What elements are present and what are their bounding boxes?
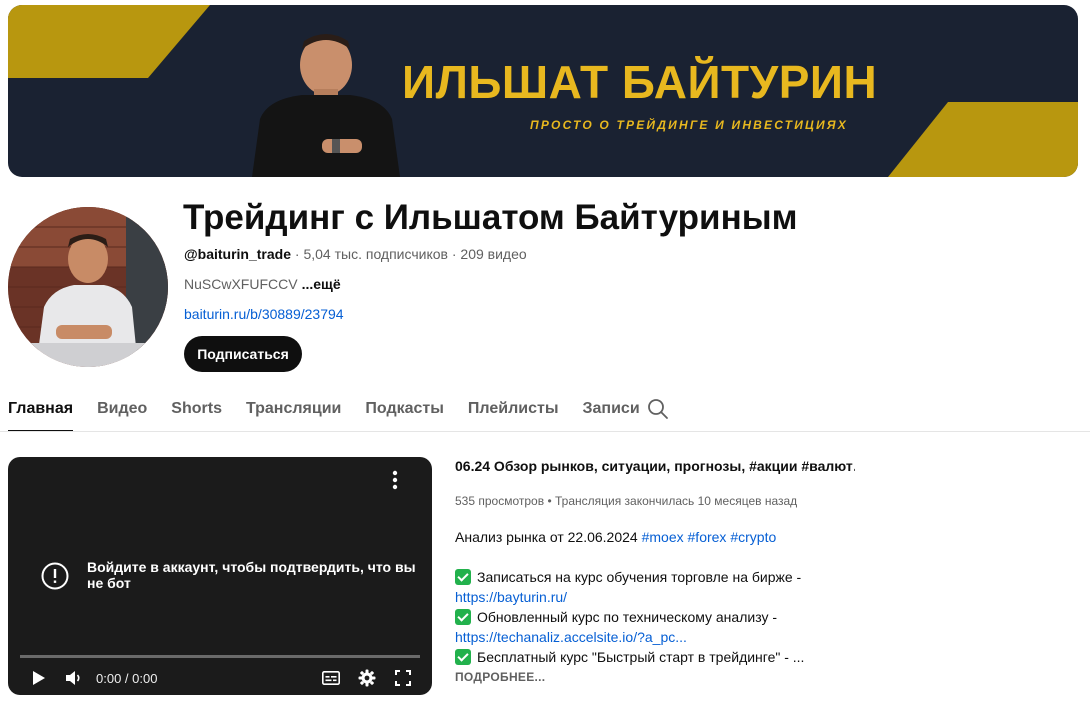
desc-intro: Анализ рынка от 22.06.2024 (455, 529, 638, 545)
show-more-button[interactable]: ПОДРОБНЕЕ... (455, 670, 545, 684)
channel-avatar[interactable] (8, 207, 168, 367)
tab-live[interactable]: Трансляции (246, 392, 341, 432)
banner-title: ИЛЬШАТ БАЙТУРИН (402, 56, 878, 108)
volume-icon (66, 671, 80, 685)
desc-item: Записаться на курс обучения торговле на … (455, 567, 855, 587)
desc-item-text: Записаться на курс обучения торговле на … (477, 569, 802, 585)
time-display: 0:00 / 0:00 (96, 671, 158, 686)
view-count: 535 просмотров (455, 494, 545, 508)
desc-link-row: https://bayturin.ru/ (455, 587, 855, 607)
play-icon (33, 671, 45, 685)
video-stats: 535 просмотров • Трансляция закончилась … (455, 494, 797, 508)
stats-separator: • (547, 494, 555, 508)
subscribe-button[interactable]: Подписаться (184, 336, 302, 372)
channel-banner: ИЛЬШАТ БАЙТУРИН ПРОСТО О ТРЕЙДИНГЕ И ИНВ… (8, 5, 1078, 177)
desc-item: Обновленный курс по техническому анализу… (455, 607, 855, 627)
tab-podcasts[interactable]: Подкасты (365, 392, 444, 432)
channel-description[interactable]: NuSCwXFUFCCV ...ещё (184, 276, 341, 292)
desc-link[interactable]: https://bayturin.ru/ (455, 589, 567, 605)
subscriber-count: 5,04 тыс. подписчиков (303, 246, 448, 262)
banner-person-image (252, 34, 400, 177)
video-count: 209 видео (460, 246, 527, 262)
video-player[interactable]: Войдите в аккаунт, чтобы подтвердить, чт… (8, 457, 432, 695)
player-message: Войдите в аккаунт, чтобы подтвердить, чт… (87, 559, 416, 591)
more-vert-icon[interactable] (388, 469, 402, 491)
desc-item-text: Обновленный курс по техническому анализу… (477, 609, 778, 625)
hashtag-link[interactable]: #forex (688, 529, 727, 545)
tab-home[interactable]: Главная (8, 392, 74, 432)
subtitles-button[interactable] (320, 667, 342, 689)
tab-shorts[interactable]: Shorts (171, 392, 222, 432)
hashtag-link[interactable]: #moex (642, 529, 684, 545)
channel-handle[interactable]: @baiturin_trade (184, 246, 291, 262)
stream-status: Трансляция закончилась 10 месяцев назад (554, 494, 798, 508)
tab-playlists[interactable]: Плейлисты (468, 392, 559, 432)
tabs-divider (0, 431, 1090, 432)
checkmark-icon (455, 649, 471, 665)
progress-bar[interactable] (20, 655, 420, 658)
tab-posts[interactable]: Записи (583, 392, 640, 432)
more-link[interactable]: ...ещё (302, 276, 341, 292)
checkmark-icon (455, 609, 471, 625)
video-description: Анализ рынка от 22.06.2024 #moex #forex … (455, 527, 855, 667)
warning-icon (41, 562, 69, 590)
channel-link[interactable]: baiturin.ru/b/30889/23794 (184, 306, 344, 322)
volume-button[interactable] (64, 667, 84, 689)
desc-blank-line (455, 547, 855, 567)
channel-name: Трейдинг с Ильшатом Байтуриным (183, 198, 798, 237)
play-button[interactable] (28, 667, 48, 689)
fullscreen-icon (395, 670, 411, 686)
desc-item-text: Бесплатный курс "Быстрый старт в трейдин… (477, 649, 805, 665)
desc-item: Бесплатный курс "Быстрый старт в трейдин… (455, 647, 855, 667)
checkmark-icon (455, 569, 471, 585)
tab-videos[interactable]: Видео (97, 392, 147, 432)
channel-meta: @baiturin_trade · 5,04 тыс. подписчиков … (184, 246, 527, 262)
desc-link[interactable]: https://techanaliz.accelsite.io/?a_pc... (455, 629, 687, 645)
settings-button[interactable] (356, 667, 378, 689)
desc-intro-row: Анализ рынка от 22.06.2024 #moex #forex … (455, 527, 855, 547)
fullscreen-button[interactable] (392, 667, 414, 689)
channel-tabs: Главная Видео Shorts Трансляции Подкасты… (8, 392, 664, 432)
subtitles-icon (322, 671, 340, 685)
search-icon[interactable] (647, 398, 669, 420)
desc-link-row: https://techanaliz.accelsite.io/?a_pc... (455, 627, 855, 647)
settings-icon (358, 669, 376, 687)
hashtag-link[interactable]: #crypto (730, 529, 776, 545)
video-title[interactable]: 06.24 Обзор рынков, ситуации, прогнозы, … (455, 458, 855, 474)
banner-subtitle: ПРОСТО О ТРЕЙДИНГЕ И ИНВЕСТИЦИЯХ (530, 118, 848, 132)
description-text: NuSCwXFUFCCV (184, 276, 298, 292)
